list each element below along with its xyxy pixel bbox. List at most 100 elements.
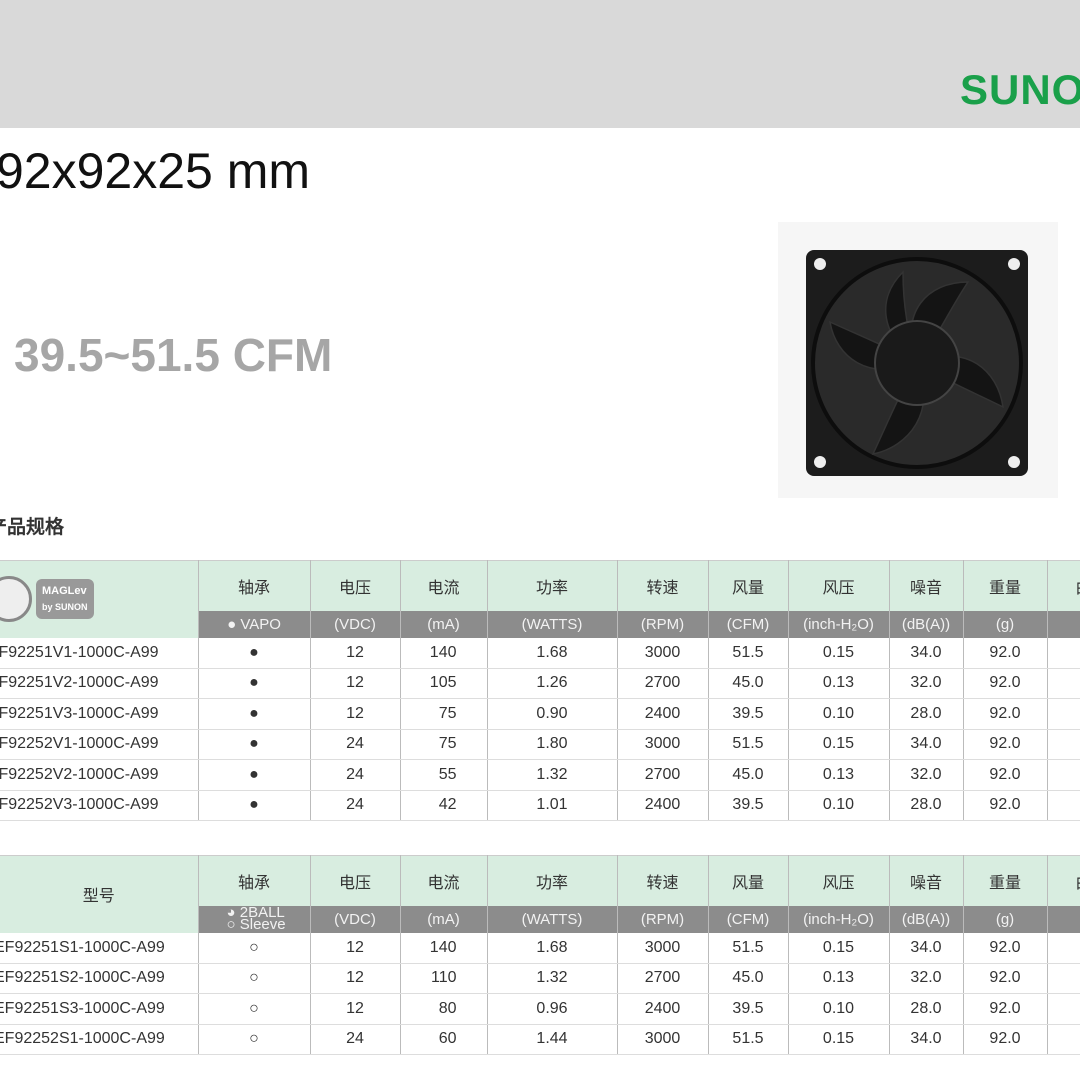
unit: (inch-H₂O): [788, 610, 890, 638]
unit-bearing: ● VAPO: [198, 610, 311, 638]
spec-cell: 0.15: [788, 932, 890, 964]
spec-cell: 51.5: [708, 932, 789, 964]
spec-cell: 51.5: [708, 637, 789, 669]
spec-cell: [1047, 932, 1080, 964]
spec-cell: [1047, 698, 1080, 730]
spec-cell: ●: [198, 729, 311, 760]
spec-cell: 1.68: [487, 932, 618, 964]
col-voltage: 电压: [310, 855, 401, 906]
spec-cell: 24: [310, 1024, 401, 1055]
model-cell: EF92251S2-1000C-A99: [0, 963, 199, 994]
spec-cell: [1047, 759, 1080, 791]
spec-cell: 39.5: [708, 993, 789, 1025]
model-cell: EF92251S3-1000C-A99: [0, 993, 199, 1025]
spec-cell: 12: [310, 932, 401, 964]
spec-cell: 92.0: [963, 963, 1048, 994]
spec-cell: 42: [400, 790, 488, 821]
model-cell: EF92252S1-1000C-A99: [0, 1024, 199, 1055]
spec-cell: 12: [310, 637, 401, 669]
spec-cell: 92.0: [963, 698, 1048, 730]
col-current: 电流: [400, 560, 488, 611]
spec-cell: 92.0: [963, 668, 1048, 699]
unit: [1047, 610, 1080, 638]
spec-cell: 0.13: [788, 963, 890, 994]
spec-cell: 32.0: [889, 759, 964, 791]
spec-cell: 39.5: [708, 790, 789, 821]
spec-cell: [1047, 637, 1080, 669]
spec-cell: 92.0: [963, 932, 1048, 964]
unit: (dB(A)): [889, 905, 964, 933]
spec-cell: 34.0: [889, 1024, 964, 1055]
fan-image: [778, 222, 1058, 498]
spec-cell: 51.5: [708, 1024, 789, 1055]
unit: (CFM): [708, 905, 789, 933]
spec-cell: ○: [198, 932, 311, 964]
table-row: EF92251S3-1000C-A99 ○ 12 80 0.96 2400 39.5 0.10…: [0, 993, 1080, 1025]
spec-cell: 51.5: [708, 729, 789, 760]
unit: (WATTS): [487, 610, 618, 638]
spec-cell: 1.44: [487, 1024, 618, 1055]
unit: (dB(A)): [889, 610, 964, 638]
unit: (g): [963, 905, 1048, 933]
spec-cell: [1047, 963, 1080, 994]
spec-cell: 3000: [617, 729, 709, 760]
spec-cell: 0.15: [788, 729, 890, 760]
spec-cell: 1.32: [487, 759, 618, 791]
unit: (mA): [400, 905, 488, 933]
spec-cell: ●: [198, 698, 311, 730]
spec-cell: 34.0: [889, 637, 964, 669]
spec-cell: 1.26: [487, 668, 618, 699]
spec-cell: 2700: [617, 963, 709, 994]
spec-cell: 92.0: [963, 637, 1048, 669]
spec-cell: 2400: [617, 790, 709, 821]
col-airflow: 风量: [708, 855, 789, 906]
unit: [1047, 905, 1080, 933]
spec-cell: ●: [198, 637, 311, 669]
col-extra: 由: [1047, 855, 1080, 906]
spec-cell: 1.68: [487, 637, 618, 669]
model-cell: IF92251V2-1000C-A99: [0, 668, 199, 699]
spec-cell: ○: [198, 963, 311, 994]
unit: (WATTS): [487, 905, 618, 933]
spec-cell: 24: [310, 729, 401, 760]
spec-cell: ●: [198, 668, 311, 699]
spec-cell: 105: [400, 668, 488, 699]
spec-cell: 0.96: [487, 993, 618, 1025]
spec-cell: 28.0: [889, 993, 964, 1025]
col-power: 功率: [487, 560, 618, 611]
spec-cell: 1.80: [487, 729, 618, 760]
table-row: EF92252S1-1000C-A99 ○ 24 60 1.44 3000 51.5 0.15…: [0, 1024, 1080, 1055]
table-row: IF92252V1-1000C-A99 ● 24 75 1.80 3000 51.5 0.15…: [0, 729, 1080, 760]
spec-cell: 45.0: [708, 668, 789, 699]
spec-cell: 0.13: [788, 759, 890, 791]
spec-cell: [1047, 790, 1080, 821]
spec-cell: 34.0: [889, 932, 964, 964]
spec-cell: 12: [310, 963, 401, 994]
spec-cell: 0.10: [788, 698, 890, 730]
spec-cell: 140: [400, 637, 488, 669]
table-row: IF92251V1-1000C-A99 ● 12 140 1.68 3000 51.5 0.1…: [0, 637, 1080, 669]
spec-cell: 28.0: [889, 790, 964, 821]
spec-cell: 0.10: [788, 993, 890, 1025]
unit: (inch-H₂O): [788, 905, 890, 933]
unit-bearing: ◕ 2BALL ○ Sleeve: [198, 905, 311, 933]
spec-cell: 24: [310, 759, 401, 791]
spec-cell: 3000: [617, 932, 709, 964]
table-row: IF92252V3-1000C-A99 ● 24 42 1.01 2400 39.5 0.10…: [0, 790, 1080, 821]
spec-cell: 92.0: [963, 993, 1048, 1025]
section-title: 产品规格: [0, 517, 65, 538]
table-row: EF92251S1-1000C-A99 ○ 12 140 1.68 3000 51.5 0.1…: [0, 932, 1080, 964]
spec-cell: [1047, 993, 1080, 1025]
spec-cell: 0.15: [788, 1024, 890, 1055]
spec-cell: 28.0: [889, 698, 964, 730]
spec-cell: 92.0: [963, 1024, 1048, 1055]
col-bearing: 轴承: [198, 560, 311, 611]
spec-cell: 2700: [617, 759, 709, 791]
col-noise: 噪音: [889, 560, 964, 611]
table-row: IF92251V2-1000C-A99 ● 12 105 1.26 2700 45.0 0.1…: [0, 668, 1080, 699]
col-weight: 重量: [963, 855, 1048, 906]
model-cell: IF92251V3-1000C-A99: [0, 698, 199, 730]
col-current: 电流: [400, 855, 488, 906]
model-cell: EF92251S1-1000C-A99: [0, 932, 199, 964]
maglev-logo: MAGLev by SUNON: [0, 560, 199, 638]
